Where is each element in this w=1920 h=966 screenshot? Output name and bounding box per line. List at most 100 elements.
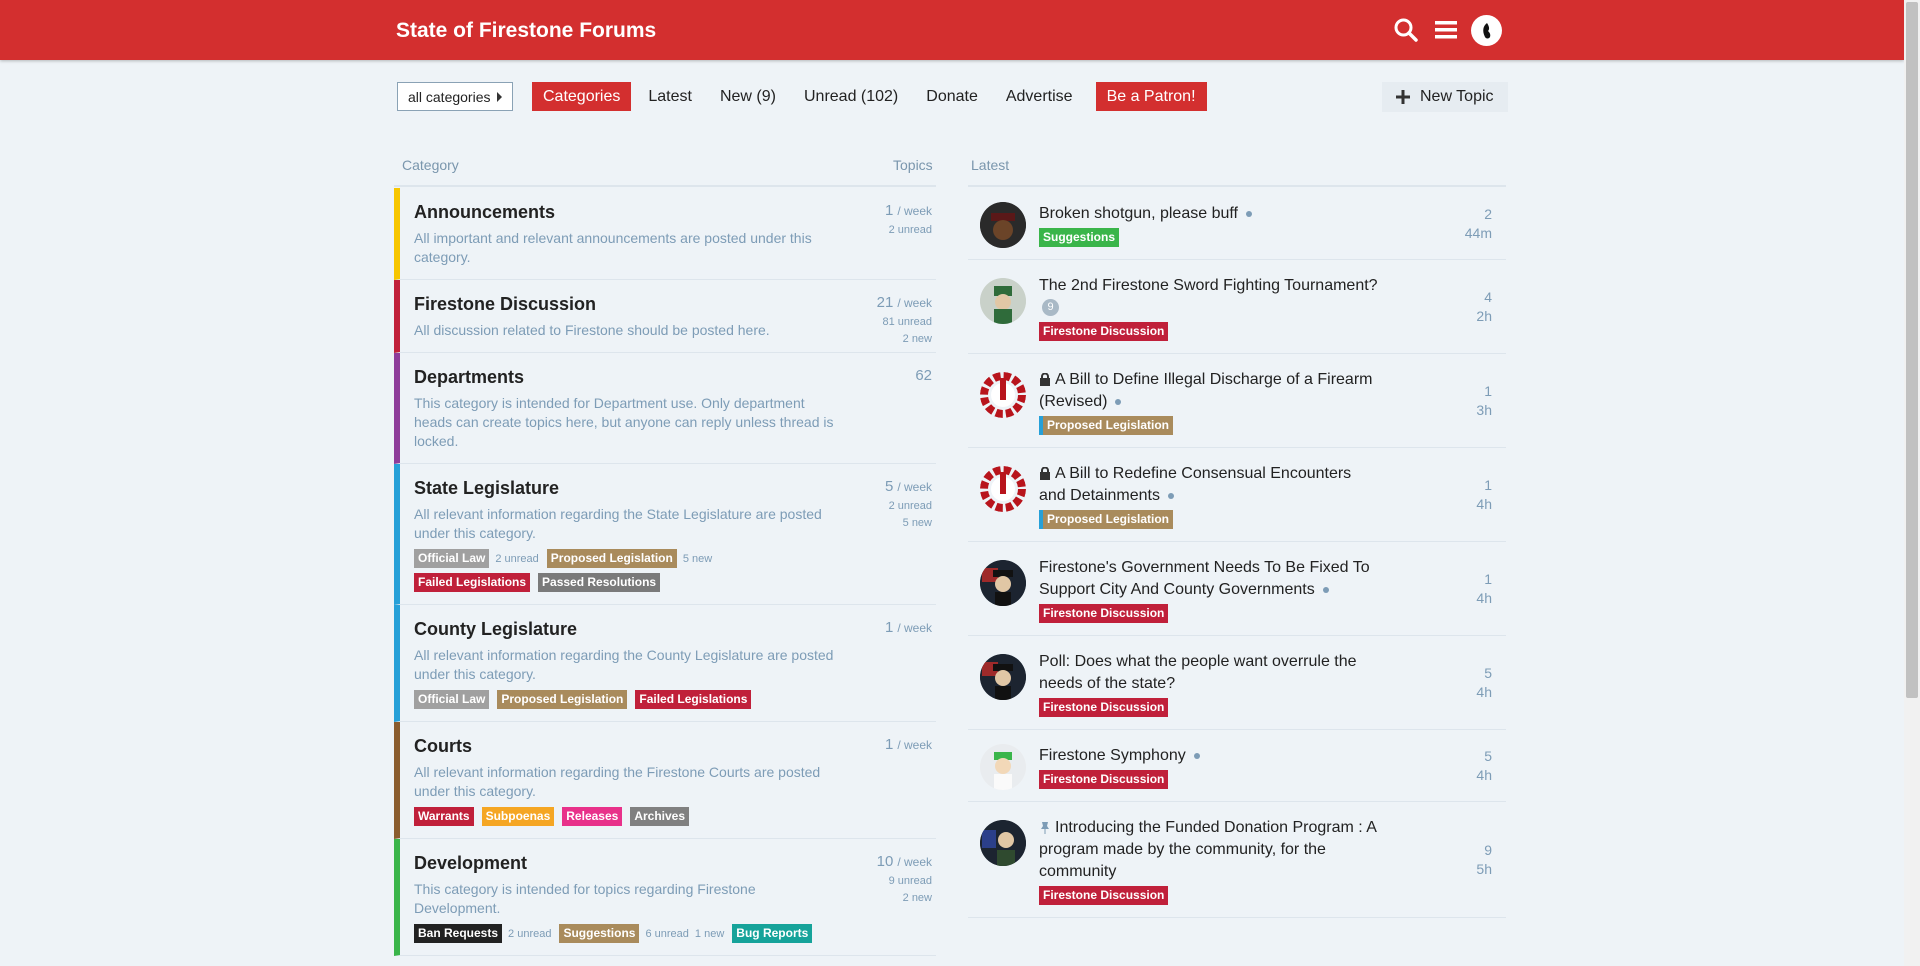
subcategory-new[interactable]: 1 new xyxy=(695,928,724,940)
scrollbar-thumb[interactable] xyxy=(1906,2,1918,698)
red-gear-logo-icon[interactable] xyxy=(980,372,1026,418)
topic-category-badge[interactable]: Firestone Discussion xyxy=(1039,698,1169,717)
category-row[interactable]: Announcements All important and relevant… xyxy=(394,188,936,280)
tab-unread[interactable]: Unread (102) xyxy=(793,82,909,111)
subcategory-badge[interactable]: Bug Reports xyxy=(732,924,813,943)
subcategory-badge[interactable]: Warrants xyxy=(414,807,474,826)
avatar-flag-hat-icon[interactable] xyxy=(980,560,1026,606)
user-avatar[interactable] xyxy=(1471,15,1502,46)
category-row[interactable]: Development This category is intended fo… xyxy=(394,839,936,956)
topic-period: / week xyxy=(897,296,932,310)
topic-row[interactable]: Broken shotgun, please buff Suggestions … xyxy=(968,188,1506,260)
unread-count[interactable]: 2 unread xyxy=(885,500,932,512)
new-count[interactable]: 5 new xyxy=(885,517,932,529)
subcategory-badge[interactable]: Official Law xyxy=(414,549,490,568)
avatar-flag-hat-icon[interactable] xyxy=(980,654,1026,700)
subcategory-badge[interactable]: Releases xyxy=(562,807,623,826)
category-name[interactable]: Firestone Discussion xyxy=(414,294,836,315)
vertical-scrollbar[interactable] xyxy=(1904,0,1920,966)
subcategory-unread[interactable]: 6 unread xyxy=(645,928,688,940)
avatar-dark-hat-icon[interactable] xyxy=(980,202,1026,248)
category-name[interactable]: Announcements xyxy=(414,202,836,223)
subcategory-badge[interactable]: Passed Resolutions xyxy=(538,573,661,592)
topic-category-badge[interactable]: Suggestions xyxy=(1039,228,1120,247)
category-row[interactable]: County Legislature All relevant informat… xyxy=(394,605,936,722)
unread-count[interactable]: 2 unread xyxy=(885,224,932,236)
activity-age[interactable]: 4h xyxy=(1476,495,1492,514)
unread-count[interactable]: 9 unread xyxy=(877,875,932,887)
category-name[interactable]: State Legislature xyxy=(414,478,836,499)
category-row[interactable]: State Legislature All relevant informati… xyxy=(394,464,936,605)
activity-age[interactable]: 4h xyxy=(1476,589,1492,608)
category-name[interactable]: Development xyxy=(414,853,836,874)
latest-topic-list: Broken shotgun, please buff Suggestions … xyxy=(968,188,1506,918)
subcategory-badge[interactable]: Proposed Legislation xyxy=(497,690,628,709)
avatar-green-hair-icon[interactable] xyxy=(980,744,1026,790)
topic-category-badge[interactable]: Proposed Legislation xyxy=(1039,510,1174,529)
subcategory-new[interactable]: 5 new xyxy=(683,553,712,565)
subcategory-badge[interactable]: Failed Legislations xyxy=(414,573,531,592)
tab-advertise[interactable]: Advertise xyxy=(995,82,1084,111)
subcategory-badge[interactable]: Suggestions xyxy=(559,924,640,943)
tab-latest[interactable]: Latest xyxy=(637,82,703,111)
category-row[interactable]: Courts All relevant information regardin… xyxy=(394,722,936,839)
activity-age[interactable]: 2h xyxy=(1476,307,1492,326)
subcategory-unread[interactable]: 2 unread xyxy=(508,928,551,940)
activity-age[interactable]: 3h xyxy=(1476,401,1492,420)
tab-categories[interactable]: Categories xyxy=(532,82,632,111)
subcategory-unread[interactable]: 2 unread xyxy=(495,553,538,565)
subcategory-badge[interactable]: Ban Requests xyxy=(414,924,503,943)
subcategory-badge[interactable]: Failed Legislations xyxy=(635,690,752,709)
topic-category-badge[interactable]: Proposed Legislation xyxy=(1039,416,1174,435)
topic-title[interactable]: Introducing the Funded Donation Program … xyxy=(1039,819,1376,880)
topic-title[interactable]: A Bill to Define Illegal Discharge of a … xyxy=(1039,371,1372,410)
subcategory-badge[interactable]: Official Law xyxy=(414,690,490,709)
topic-category-badge[interactable]: Firestone Discussion xyxy=(1039,322,1169,341)
topic-row[interactable]: A Bill to Redefine Consensual Encounters… xyxy=(968,448,1506,542)
category-dropdown[interactable]: all categories xyxy=(397,82,513,111)
category-name[interactable]: Courts xyxy=(414,736,836,757)
category-name[interactable]: Departments xyxy=(414,367,836,388)
new-topic-button[interactable]: New Topic xyxy=(1382,82,1508,112)
new-count[interactable]: 2 new xyxy=(877,333,932,345)
topic-category-badge[interactable]: Firestone Discussion xyxy=(1039,770,1169,789)
subcategory-badge[interactable]: Subpoenas xyxy=(481,807,555,826)
new-count[interactable]: 2 new xyxy=(877,892,932,904)
topic-category-badge[interactable]: Firestone Discussion xyxy=(1039,604,1169,623)
category-description: This category is intended for Department… xyxy=(414,395,834,449)
category-description: All relevant information regarding the S… xyxy=(414,506,822,541)
activity-age[interactable]: 4h xyxy=(1476,683,1492,702)
search-icon[interactable] xyxy=(1390,14,1422,46)
category-row[interactable]: Departments This category is intended fo… xyxy=(394,353,936,464)
site-title[interactable]: State of Firestone Forums xyxy=(396,19,656,43)
avatar-green-hat-icon[interactable] xyxy=(980,278,1026,324)
hamburger-menu-icon[interactable] xyxy=(1430,14,1462,46)
topic-category-badge[interactable]: Firestone Discussion xyxy=(1039,886,1169,905)
avatar-flag-suit-icon[interactable] xyxy=(980,820,1026,866)
red-gear-logo-icon[interactable] xyxy=(980,466,1026,512)
topic-row[interactable]: Firestone Symphony Firestone Discussion … xyxy=(968,730,1506,802)
topic-title[interactable]: Firestone Symphony xyxy=(1039,747,1186,764)
topic-row[interactable]: The 2nd Firestone Sword Fighting Tournam… xyxy=(968,260,1506,354)
activity-age[interactable]: 5h xyxy=(1476,860,1492,879)
topic-row[interactable]: Poll: Does what the people want overrule… xyxy=(968,636,1506,730)
topic-row[interactable]: Firestone's Government Needs To Be Fixed… xyxy=(968,542,1506,636)
category-name[interactable]: County Legislature xyxy=(414,619,836,640)
subcategory-badge[interactable]: Archives xyxy=(630,807,690,826)
topic-title[interactable]: Poll: Does what the people want overrule… xyxy=(1039,653,1357,692)
topic-title[interactable]: The 2nd Firestone Sword Fighting Tournam… xyxy=(1039,277,1378,294)
activity-age[interactable]: 4h xyxy=(1476,766,1492,785)
topic-title[interactable]: Broken shotgun, please buff xyxy=(1039,205,1238,222)
be-a-patron-button[interactable]: Be a Patron! xyxy=(1095,82,1207,111)
tab-new[interactable]: New (9) xyxy=(709,82,787,111)
topic-title[interactable]: Firestone's Government Needs To Be Fixed… xyxy=(1039,559,1370,598)
activity-age[interactable]: 44m xyxy=(1465,224,1492,243)
topic-row[interactable]: A Bill to Define Illegal Discharge of a … xyxy=(968,354,1506,448)
category-row[interactable]: Firestone Discussion All discussion rela… xyxy=(394,280,936,353)
tab-donate[interactable]: Donate xyxy=(915,82,989,111)
unread-count[interactable]: 81 unread xyxy=(877,316,932,328)
topic-title[interactable]: A Bill to Redefine Consensual Encounters… xyxy=(1039,465,1351,504)
unread-dot-icon xyxy=(1115,398,1122,405)
topic-row[interactable]: Introducing the Funded Donation Program … xyxy=(968,802,1506,918)
subcategory-badge[interactable]: Proposed Legislation xyxy=(546,549,677,568)
